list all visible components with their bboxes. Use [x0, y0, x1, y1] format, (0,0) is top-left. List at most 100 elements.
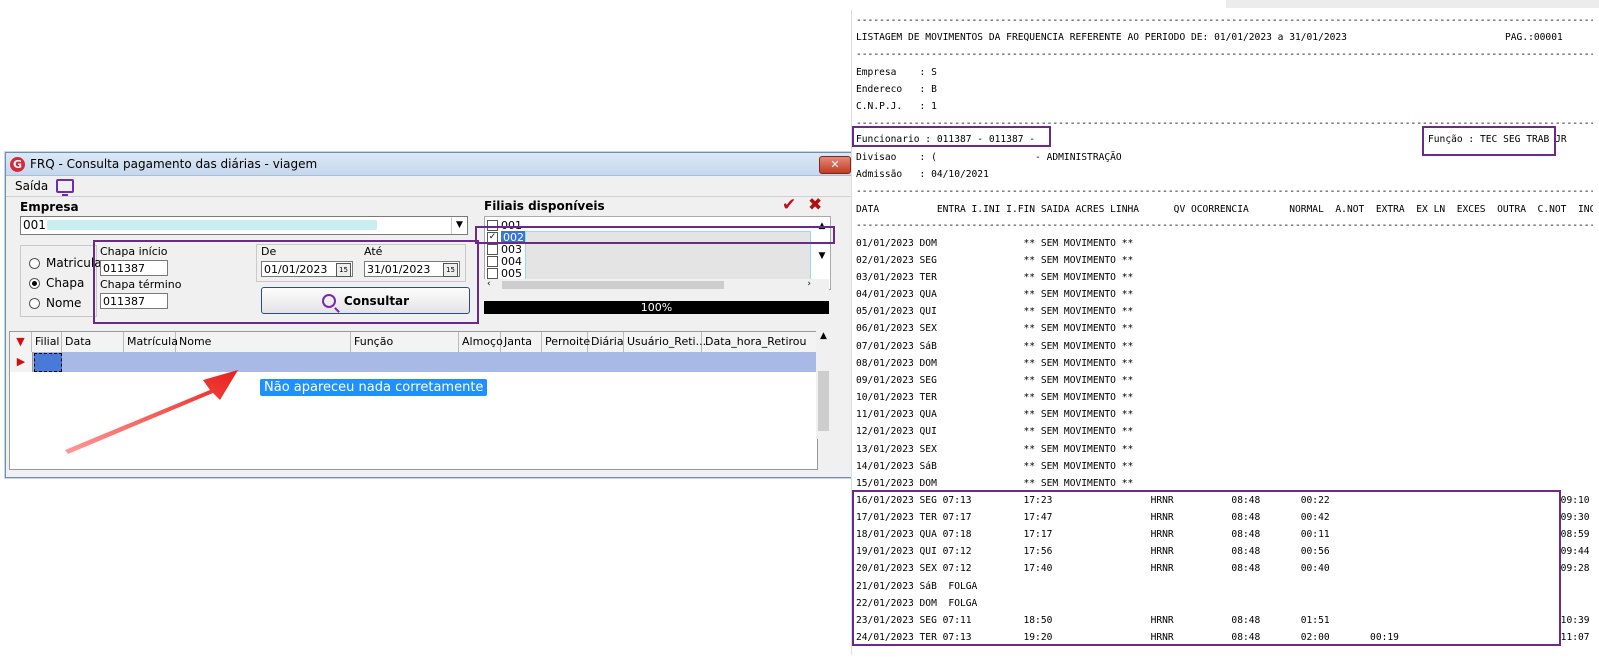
col-filial[interactable]: Filial: [32, 332, 62, 352]
highlight-box-funcionario: [852, 126, 1051, 147]
report-separator: ----------------------------------------…: [856, 220, 1593, 231]
empresa-label: Empresa: [20, 200, 79, 214]
radio-chapa[interactable]: Chapa: [29, 276, 84, 290]
empresa-redacted-name: [47, 220, 377, 230]
col-pernoite[interactable]: Pernoite: [542, 332, 590, 352]
report-column-header: DATA ENTRA I.INI I.FIN SAIDA ACRES LINHA…: [856, 204, 1593, 215]
grid-header: ▼ Filial Data Matrícula Nome Função Almo…: [10, 332, 817, 353]
report-cnpj: C.N.P.J. : 1: [856, 101, 937, 112]
report-row: 07/01/2023 SáB ** SEM MOVIMENTO **: [856, 341, 1134, 352]
consultar-button[interactable]: Consultar: [261, 287, 470, 314]
report-page: PAG.:00001: [1505, 32, 1563, 43]
filiais-horizontal-scrollbar[interactable]: ‹ ›: [484, 279, 829, 291]
top-gray-bar: [1226, 0, 1599, 8]
ate-date-value: 31/01/2023: [367, 263, 431, 276]
checkbox[interactable]: [487, 243, 498, 255]
col-usuario-retirou[interactable]: Usuário_Reti...: [624, 332, 706, 352]
de-date-input[interactable]: 01/01/2023 15: [261, 261, 353, 277]
radio-chapa-dot[interactable]: [29, 277, 40, 289]
ate-date-input[interactable]: 31/01/2023 15: [364, 261, 460, 277]
chapa-inicio-input[interactable]: 011387: [100, 260, 168, 276]
filial-item-004[interactable]: 004: [487, 255, 522, 268]
menu-bar: Saída: [6, 176, 857, 197]
empresa-combobox[interactable]: 001 ▼: [20, 216, 468, 235]
de-label: De: [261, 245, 277, 258]
chevron-down-icon[interactable]: ▼: [451, 217, 467, 234]
radio-matricula-dot[interactable]: [29, 257, 40, 269]
report-row: 01/01/2023 DOM ** SEM MOVIMENTO **: [856, 238, 1134, 249]
col-diaria[interactable]: Diária: [588, 332, 624, 352]
chevron-up-icon[interactable]: ▲: [816, 331, 831, 341]
report-separator: ----------------------------------------…: [856, 49, 1593, 60]
sort-indicator-icon[interactable]: ▼: [10, 332, 32, 352]
filial-item-003[interactable]: 003: [487, 243, 522, 256]
report-title: LISTAGEM DE MOVIMENTOS DA FREQUENCIA REF…: [856, 32, 1347, 43]
report-row: 13/01/2023 SEX ** SEM MOVIMENTO **: [856, 444, 1134, 455]
col-almoco[interactable]: Almoço: [459, 332, 503, 352]
de-date-value: 01/01/2023: [264, 263, 328, 276]
window-title: FRQ - Consulta pagamento das diárias - v…: [30, 157, 318, 171]
radio-chapa-label: Chapa: [46, 276, 85, 290]
consultar-label: Consultar: [343, 293, 410, 308]
scroll-thumb[interactable]: [502, 281, 724, 289]
report-row: 14/01/2023 SáB ** SEM MOVIMENTO **: [856, 461, 1134, 472]
scroll-thumb[interactable]: [818, 371, 829, 431]
filial-item-005[interactable]: 005: [487, 266, 522, 280]
checkbox[interactable]: [487, 267, 498, 279]
search-type-radio-group: Matricula Chapa Nome: [20, 245, 102, 317]
report-row: 04/01/2023 QUA ** SEM MOVIMENTO **: [856, 289, 1134, 300]
chapa-termino-label: Chapa término: [100, 278, 182, 291]
report-row: 12/01/2023 QUI ** SEM MOVIMENTO **: [856, 426, 1134, 437]
col-funcao[interactable]: Função: [351, 332, 459, 352]
radio-matricula[interactable]: Matricula: [29, 256, 102, 270]
red-arrow-annotation: [65, 370, 238, 454]
report-row: 10/01/2023 TER ** SEM MOVIMENTO **: [856, 392, 1134, 403]
calendar-icon[interactable]: 15: [336, 263, 351, 277]
radio-nome-label: Nome: [46, 296, 82, 310]
highlight-box-funcao: [1422, 126, 1556, 156]
chapa-inicio-label: Chapa início: [100, 245, 168, 258]
col-data[interactable]: Data: [62, 332, 124, 352]
radio-nome[interactable]: Nome: [29, 296, 81, 310]
col-janta[interactable]: Janta: [501, 332, 542, 352]
filial-code: 005: [501, 266, 522, 280]
check-all-icon[interactable]: ✔: [782, 195, 796, 215]
report-row: 02/01/2023 SEG ** SEM MOVIMENTO **: [856, 255, 1134, 266]
report-row: 08/01/2023 DOM ** SEM MOVIMENTO **: [856, 358, 1134, 369]
highlight-box-filial-002: [475, 226, 835, 244]
col-matricula[interactable]: Matrícula: [124, 332, 178, 352]
radio-nome-dot[interactable]: [29, 297, 40, 309]
current-row-arrow-icon: ▶: [10, 352, 33, 372]
report-row: 15/01/2023 DOM ** SEM MOVIMENTO **: [856, 478, 1134, 489]
report-row: 11/01/2023 QUA ** SEM MOVIMENTO **: [856, 409, 1134, 420]
grid-vertical-scrollbar[interactable]: ▲: [816, 331, 831, 439]
monitor-icon[interactable]: [56, 179, 75, 196]
report-separator: ----------------------------------------…: [856, 186, 1593, 197]
menu-saida[interactable]: Saída: [15, 179, 48, 193]
report-admissao: Admissão : 04/10/2021: [856, 169, 989, 180]
chapa-termino-input[interactable]: 011387: [100, 293, 168, 309]
highlight-box-movements: [852, 490, 1561, 646]
calendar-icon[interactable]: 15: [443, 263, 458, 277]
report-row: 06/01/2023 SEX ** SEM MOVIMENTO **: [856, 323, 1134, 334]
report-divisao: Divisao : ( - ADMINISTRAÇÃO: [856, 152, 1122, 163]
close-button[interactable]: ✕: [819, 156, 851, 174]
report-empresa: Empresa : S: [856, 67, 937, 78]
title-bar: G FRQ - Consulta pagamento das diárias -…: [6, 153, 857, 176]
filiais-label: Filiais disponíveis: [484, 199, 605, 213]
uncheck-all-icon[interactable]: ✖: [808, 195, 822, 215]
col-nome[interactable]: Nome: [176, 332, 351, 352]
checkbox[interactable]: [487, 255, 498, 267]
col-data-hora-retirou[interactable]: Data_hora_Retirou: [702, 332, 817, 352]
chevron-left-icon[interactable]: ‹: [487, 279, 491, 289]
ate-label: Até: [364, 245, 383, 258]
chevron-right-icon[interactable]: ›: [807, 279, 811, 289]
search-icon: [321, 293, 336, 308]
annotation-label: Não apareceu nada corretamente: [260, 379, 488, 396]
progress-bar: 100%: [484, 301, 829, 314]
report-separator: ----------------------------------------…: [856, 15, 1593, 26]
report-endereco: Endereco : B: [856, 84, 937, 95]
report-row: 03/01/2023 TER ** SEM MOVIMENTO **: [856, 272, 1134, 283]
focused-cell[interactable]: [34, 353, 62, 372]
app-logo-icon: G: [10, 156, 25, 172]
